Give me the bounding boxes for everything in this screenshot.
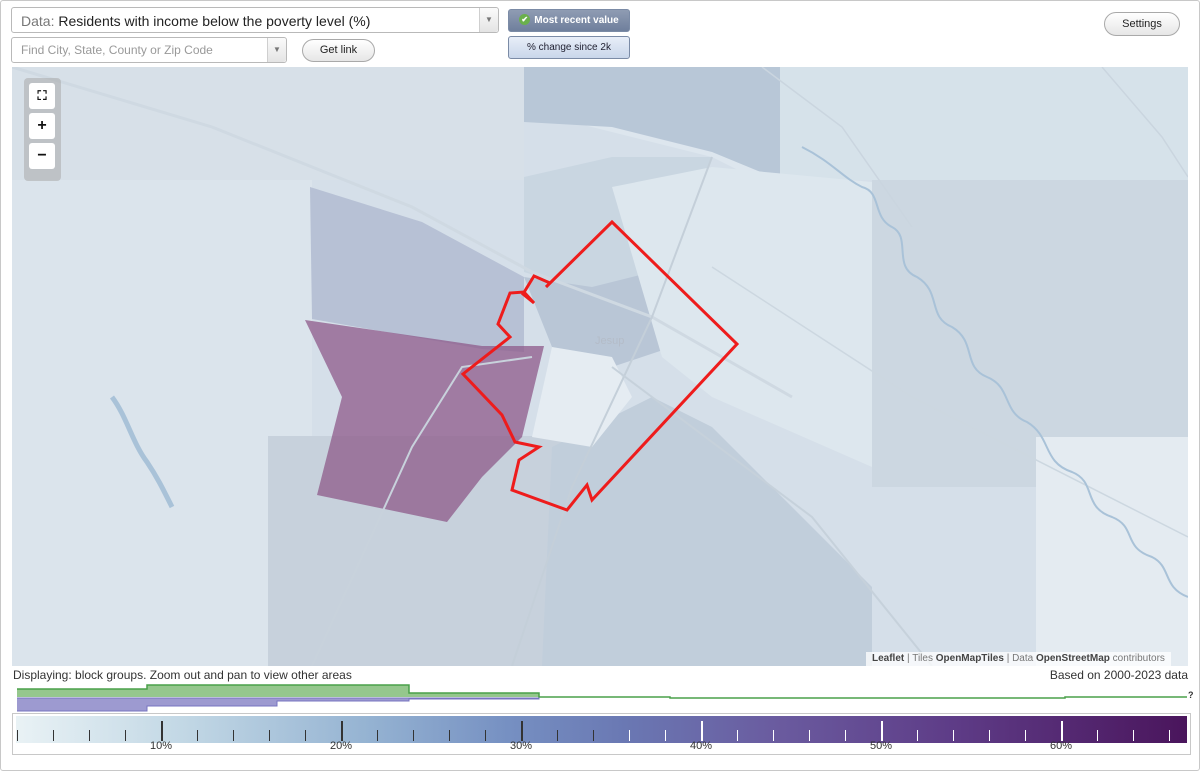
legend-tick bbox=[125, 730, 126, 741]
legend-tick bbox=[89, 730, 90, 741]
get-link-button[interactable]: Get link bbox=[302, 39, 375, 62]
map[interactable]: Jesup bbox=[12, 67, 1188, 666]
displaying-note: Displaying: block groups. Zoom out and p… bbox=[13, 668, 352, 682]
legend-label-10: 10% bbox=[149, 740, 173, 752]
percent-change-button[interactable]: % change since 2k bbox=[508, 36, 630, 59]
map-attribution: Leaflet | Tiles OpenMapTiles | Data Open… bbox=[866, 652, 1171, 666]
data-dropdown-button[interactable]: ▼ bbox=[479, 8, 498, 32]
legend-tick bbox=[377, 730, 378, 741]
legend-tick bbox=[1169, 730, 1170, 741]
help-icon[interactable]: ? bbox=[1188, 690, 1194, 700]
color-legend: 10% 20% 30% 40% 50% 60% bbox=[12, 713, 1191, 755]
legend-tick bbox=[845, 730, 846, 741]
histogram-area-green bbox=[17, 685, 539, 697]
location-dropdown-button[interactable]: ▼ bbox=[267, 38, 286, 62]
legend-label-30: 30% bbox=[509, 740, 533, 752]
legend-tick bbox=[629, 730, 630, 741]
chevron-down-icon: ▼ bbox=[485, 15, 493, 24]
legend-tick bbox=[557, 730, 558, 741]
chevron-down-icon: ▼ bbox=[273, 45, 281, 54]
zoom-in-button[interactable]: + bbox=[29, 113, 55, 139]
fullscreen-button[interactable]: ⛶ bbox=[29, 83, 55, 109]
legend-label-40: 40% bbox=[689, 740, 713, 752]
distribution-histogram bbox=[17, 684, 1187, 712]
openstreetmap-link[interactable]: OpenStreetMap bbox=[1036, 653, 1110, 664]
histogram-area-purple bbox=[17, 698, 539, 711]
legend-tick bbox=[341, 721, 343, 741]
zoom-control: ⛶ + − bbox=[24, 78, 61, 181]
openmaptiles-link[interactable]: OpenMapTiles bbox=[936, 653, 1004, 664]
legend-tick bbox=[521, 721, 523, 741]
map-canvas[interactable]: Jesup bbox=[12, 67, 1188, 666]
legend-tick bbox=[737, 730, 738, 741]
legend-tick bbox=[233, 730, 234, 741]
location-search-input[interactable] bbox=[12, 38, 271, 62]
plus-icon: + bbox=[37, 117, 47, 134]
legend-tick bbox=[161, 721, 163, 741]
region-northeast bbox=[780, 67, 1188, 180]
data-select[interactable]: Data: Residents with income below the po… bbox=[11, 7, 499, 33]
legend-tick bbox=[53, 730, 54, 741]
legend-tick bbox=[917, 730, 918, 741]
most-recent-value-label: Most recent value bbox=[534, 15, 619, 26]
legend-gradient-bar bbox=[16, 716, 1187, 743]
tiles-prefix: Tiles bbox=[912, 653, 933, 664]
based-on-note: Based on 2000-2023 data bbox=[1049, 668, 1188, 682]
zoom-out-button[interactable]: − bbox=[29, 143, 55, 169]
contributors-text: contributors bbox=[1112, 653, 1165, 664]
legend-tick bbox=[989, 730, 990, 741]
legend-tick bbox=[665, 730, 666, 741]
data-prefix-attrib: Data bbox=[1012, 653, 1034, 664]
leaflet-link[interactable]: Leaflet bbox=[872, 653, 904, 664]
settings-button[interactable]: Settings bbox=[1104, 12, 1180, 36]
minus-icon: − bbox=[37, 147, 47, 164]
legend-label-20: 20% bbox=[329, 740, 353, 752]
legend-tick bbox=[485, 730, 486, 741]
town-label: Jesup bbox=[595, 335, 624, 347]
most-recent-value-button[interactable]: ✔ Most recent value bbox=[508, 9, 630, 32]
legend-label-60: 60% bbox=[1049, 740, 1073, 752]
legend-tick bbox=[701, 721, 703, 741]
legend-tick bbox=[593, 730, 594, 741]
legend-tick bbox=[413, 730, 414, 741]
location-search[interactable]: ▼ bbox=[11, 37, 287, 63]
legend-tick bbox=[269, 730, 270, 741]
checkmark-icon: ✔ bbox=[519, 14, 531, 25]
data-value: Residents with income below the poverty … bbox=[58, 13, 371, 29]
legend-tick bbox=[1133, 730, 1134, 741]
region-west bbox=[12, 180, 312, 666]
data-prefix: Data: bbox=[21, 13, 55, 29]
legend-tick bbox=[809, 730, 810, 741]
legend-tick bbox=[17, 730, 18, 741]
legend-tick bbox=[197, 730, 198, 741]
region-northwest bbox=[12, 67, 524, 180]
legend-tick bbox=[1061, 721, 1063, 741]
legend-tick bbox=[1097, 730, 1098, 741]
legend-tick bbox=[953, 730, 954, 741]
legend-tick bbox=[449, 730, 450, 741]
data-select-label: Data: Residents with income below the po… bbox=[21, 13, 370, 29]
legend-tick bbox=[773, 730, 774, 741]
fullscreen-icon: ⛶ bbox=[37, 88, 47, 103]
legend-label-50: 50% bbox=[869, 740, 893, 752]
legend-tick bbox=[305, 730, 306, 741]
legend-tick bbox=[1025, 730, 1026, 741]
legend-tick bbox=[881, 721, 883, 741]
